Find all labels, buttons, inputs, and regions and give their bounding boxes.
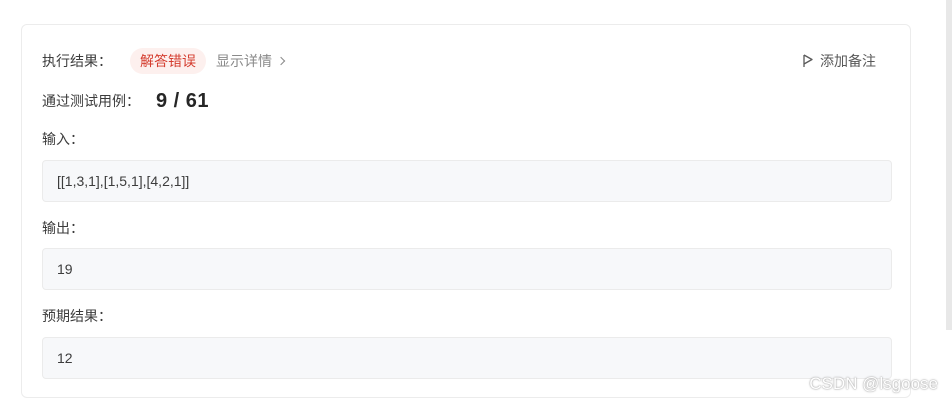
input-label: 输入： bbox=[42, 131, 84, 147]
scrollbar[interactable] bbox=[946, 0, 952, 330]
chevron-right-icon bbox=[276, 56, 286, 66]
show-details-label: 显示详情 bbox=[216, 53, 272, 69]
result-label: 执行结果： bbox=[42, 53, 112, 69]
result-row: 执行结果： 解答错误 显示详情 bbox=[42, 47, 286, 75]
pass-label: 通过测试用例： bbox=[42, 93, 140, 109]
show-details-link[interactable]: 显示详情 bbox=[216, 51, 286, 71]
submission-result-card: 执行结果： 解答错误 显示详情 添加备注 通过测试用例： 9 / 61 输入： … bbox=[21, 24, 911, 398]
expected-label: 预期结果： bbox=[42, 308, 112, 324]
add-note-button[interactable]: 添加备注 bbox=[802, 49, 876, 73]
watermark: CSDN @lsgoose bbox=[809, 374, 938, 393]
pass-row: 通过测试用例： 9 / 61 bbox=[42, 87, 209, 115]
pass-count: 9 / 61 bbox=[156, 89, 210, 112]
expected-box: 12 bbox=[42, 337, 892, 379]
status-badge: 解答错误 bbox=[130, 48, 206, 74]
output-box: 19 bbox=[42, 248, 892, 290]
add-note-label: 添加备注 bbox=[820, 53, 876, 69]
output-label: 输出： bbox=[42, 220, 84, 236]
flag-icon bbox=[803, 54, 813, 67]
input-box: [[1,3,1],[1,5,1],[4,2,1]] bbox=[42, 160, 892, 202]
